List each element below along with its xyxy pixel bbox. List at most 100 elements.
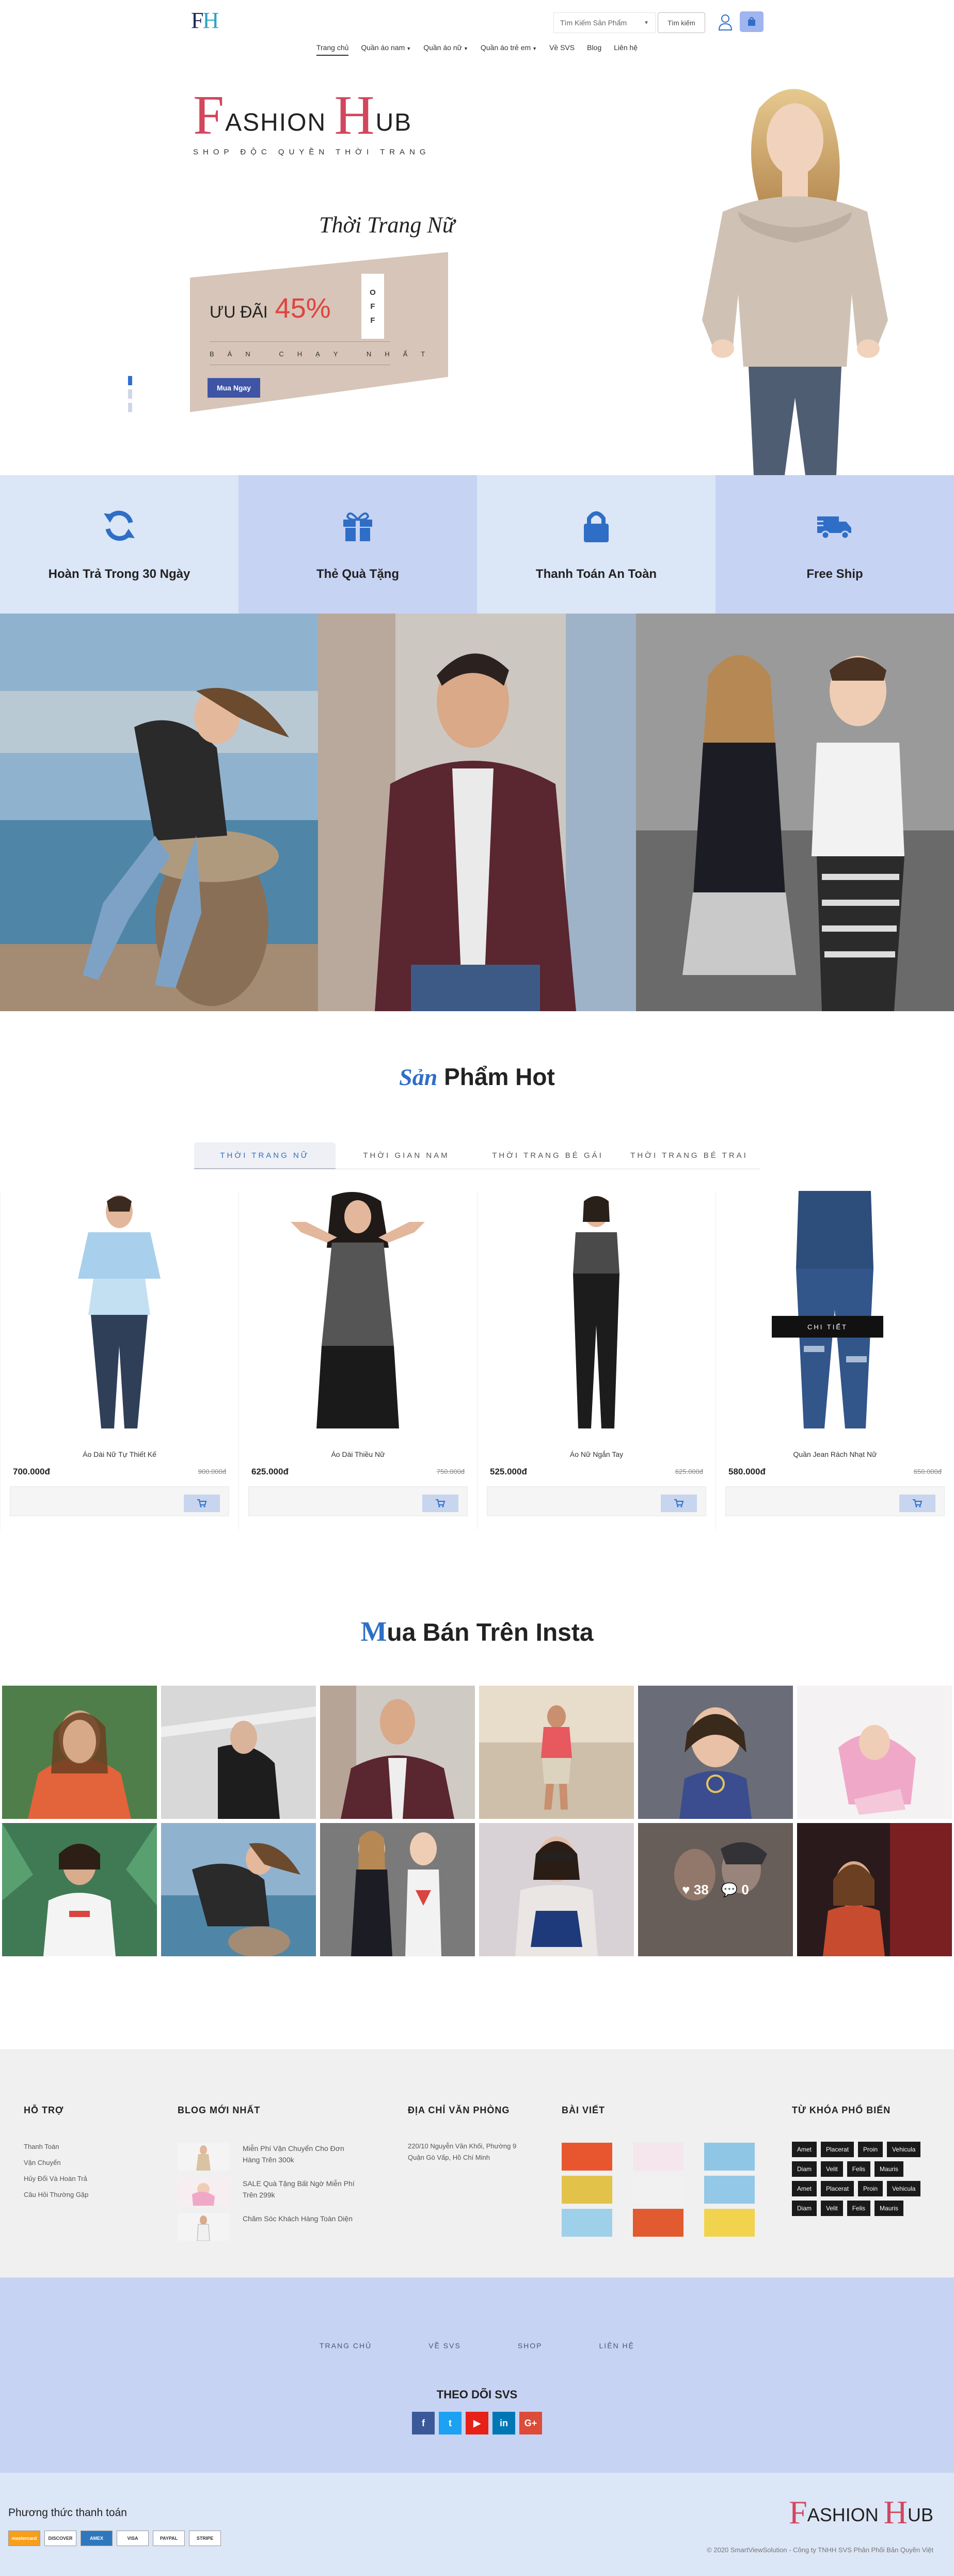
footer-link[interactable]: Hủy Đổi Và Hoàn Trả: [24, 2175, 88, 2182]
insta-hover-overlay[interactable]: ♥ 38 💬 0: [638, 1823, 793, 1956]
tag[interactable]: Mauris: [874, 2201, 904, 2216]
visa-icon: VISA: [117, 2531, 149, 2546]
post-thumbnail[interactable]: [562, 2143, 612, 2171]
blog-item[interactable]: SALE Quà Tặng Bất Ngờ Miễn Phí Trên 299k: [178, 2178, 356, 2206]
product-card[interactable]: Áo Dài Nữ Tự Thiết Kế 700.000đ 900.000đ: [0, 1191, 239, 1530]
youtube-icon[interactable]: ▶: [466, 2412, 488, 2434]
nav-item-women[interactable]: Quần áo nữ ▼: [423, 43, 468, 56]
tag[interactable]: Vehicula: [887, 2142, 921, 2157]
footer-link[interactable]: Câu Hỏi Thường Gặp: [24, 2191, 88, 2198]
nav-item-kids[interactable]: Quần áo trẻ em ▼: [481, 43, 537, 56]
tag[interactable]: Proin: [858, 2181, 883, 2196]
slider-dot[interactable]: [128, 389, 132, 399]
tab-women[interactable]: THỜI TRANG NỮ: [194, 1142, 336, 1169]
post-thumbnail[interactable]: [704, 2176, 755, 2204]
cart-button[interactable]: [740, 11, 764, 32]
post-thumbnail[interactable]: [704, 2143, 755, 2171]
insta-photo[interactable]: [797, 1686, 952, 1819]
insta-photo[interactable]: [161, 1686, 316, 1819]
footer-link[interactable]: Thanh Toán: [24, 2143, 88, 2150]
tag[interactable]: Felis: [847, 2201, 871, 2216]
slider-dot[interactable]: [128, 376, 132, 385]
footer-posts: BÀI VIẾT: [562, 2105, 755, 2237]
insta-photo[interactable]: [320, 1686, 475, 1819]
product-card[interactable]: Áo Nữ Ngắn Tay 525.000đ 625.000đ: [477, 1191, 716, 1530]
tag[interactable]: Amet: [792, 2142, 817, 2157]
banner-men[interactable]: [318, 614, 636, 1011]
follow-section: TRANG CHỦ VỀ SVS SHOP LIÊN HỆ THEO DÕI S…: [0, 2277, 954, 2473]
product-card[interactable]: Áo Dài Thiều Nữ 625.000đ 750.000đ: [239, 1191, 477, 1530]
twitter-icon[interactable]: t: [439, 2412, 462, 2434]
google-plus-icon[interactable]: G+: [519, 2412, 542, 2434]
product-name[interactable]: Quần Jean Rách Nhạt Nữ: [716, 1450, 954, 1458]
product-image: [573, 1196, 619, 1428]
tag[interactable]: Diam: [792, 2161, 817, 2177]
post-thumbnail[interactable]: [633, 2143, 683, 2171]
search-button[interactable]: Tìm kiếm: [658, 12, 705, 33]
linkedin-icon[interactable]: in: [492, 2412, 515, 2434]
footer-nav-link[interactable]: TRANG CHỦ: [320, 2342, 372, 2350]
post-thumbnail[interactable]: [633, 2209, 683, 2237]
nav-item-about[interactable]: Về SVS: [549, 43, 575, 56]
site-logo[interactable]: FH: [191, 7, 219, 34]
nav-item-contact[interactable]: Liên hệ: [614, 43, 638, 56]
blog-item[interactable]: Chăm Sóc Khách Hàng Toàn Diện: [178, 2213, 356, 2241]
tag[interactable]: Placerat: [821, 2142, 854, 2157]
insta-photo[interactable]: [479, 1823, 634, 1956]
tab-girls[interactable]: THỜI TRANG BÉ GÁI: [477, 1142, 618, 1169]
footer-nav-link[interactable]: SHOP: [518, 2342, 543, 2350]
slider-dot[interactable]: [128, 403, 132, 412]
product-name[interactable]: Áo Dài Nữ Tự Thiết Kế: [1, 1450, 239, 1458]
nav-item-men[interactable]: Quần áo nam ▼: [361, 43, 411, 56]
tag[interactable]: Amet: [792, 2181, 817, 2196]
banner-kids[interactable]: [636, 614, 954, 1011]
slider-dots: [128, 376, 132, 412]
nav-item-home[interactable]: Trang chủ: [316, 43, 349, 56]
user-icon[interactable]: [718, 13, 733, 31]
product-name[interactable]: Áo Dài Thiều Nữ: [239, 1450, 477, 1458]
post-thumbnail[interactable]: [562, 2209, 612, 2237]
main-nav: Trang chủ Quần áo nam ▼ Quần áo nữ ▼ Quần …: [0, 43, 954, 56]
insta-photo[interactable]: [479, 1686, 634, 1819]
facebook-icon[interactable]: f: [412, 2412, 435, 2434]
footer-nav-link[interactable]: LIÊN HỆ: [599, 2342, 634, 2350]
insta-photo[interactable]: [2, 1686, 157, 1819]
amex-icon: AMEX: [81, 2531, 113, 2546]
tag[interactable]: Diam: [792, 2201, 817, 2216]
insta-photo[interactable]: ♥ 38 💬 0: [638, 1823, 793, 1956]
tag[interactable]: Vehicula: [887, 2181, 921, 2196]
post-thumbnail[interactable]: [633, 2176, 683, 2204]
add-to-cart-button[interactable]: [184, 1495, 220, 1512]
office-address: 220/10 Nguyễn Văn Khối, Phường 9 Quận Gò…: [408, 2142, 517, 2162]
post-thumbnail[interactable]: [704, 2209, 755, 2237]
tag[interactable]: Mauris: [874, 2161, 904, 2177]
tag[interactable]: Velit: [821, 2161, 843, 2177]
tag[interactable]: Felis: [847, 2161, 871, 2177]
buy-now-button[interactable]: Mua Ngay: [208, 378, 260, 398]
footer-nav: TRANG CHỦ VỀ SVS SHOP LIÊN HỆ: [0, 2342, 954, 2350]
footer-nav-link[interactable]: VỀ SVS: [428, 2342, 461, 2350]
nav-item-blog[interactable]: Blog: [587, 43, 601, 56]
insta-photo[interactable]: [2, 1823, 157, 1956]
post-thumbnail[interactable]: [562, 2176, 612, 2204]
tab-men[interactable]: THỜI GIAN NAM: [336, 1142, 477, 1169]
blog-item[interactable]: Miễn Phí Vận Chuyển Cho Đơn Hàng Trên 30…: [178, 2143, 356, 2171]
insta-photo[interactable]: [161, 1823, 316, 1956]
payment-title: Phương thức thanh toán: [8, 2507, 127, 2519]
add-to-cart-button[interactable]: [422, 1495, 458, 1512]
search-input[interactable]: Tìm Kiếm Sản Phẩm ▼: [553, 12, 656, 33]
footer-link[interactable]: Vận Chuyển: [24, 2159, 88, 2166]
tag[interactable]: Velit: [821, 2201, 843, 2216]
detail-button[interactable]: CHI TIẾT: [772, 1316, 883, 1338]
tag[interactable]: Proin: [858, 2142, 883, 2157]
product-card[interactable]: CHI TIẾT Quần Jean Rách Nhạt Nữ 580.000đ…: [716, 1191, 954, 1530]
banner-women[interactable]: [0, 614, 318, 1011]
add-to-cart-button[interactable]: [661, 1495, 697, 1512]
product-name[interactable]: Áo Nữ Ngắn Tay: [478, 1450, 716, 1458]
add-to-cart-button[interactable]: [899, 1495, 935, 1512]
insta-photo[interactable]: [638, 1686, 793, 1819]
tag[interactable]: Placerat: [821, 2181, 854, 2196]
tab-boys[interactable]: THỜI TRANG BÉ TRAI: [618, 1142, 760, 1169]
insta-photo[interactable]: [797, 1823, 952, 1956]
insta-photo[interactable]: [320, 1823, 475, 1956]
